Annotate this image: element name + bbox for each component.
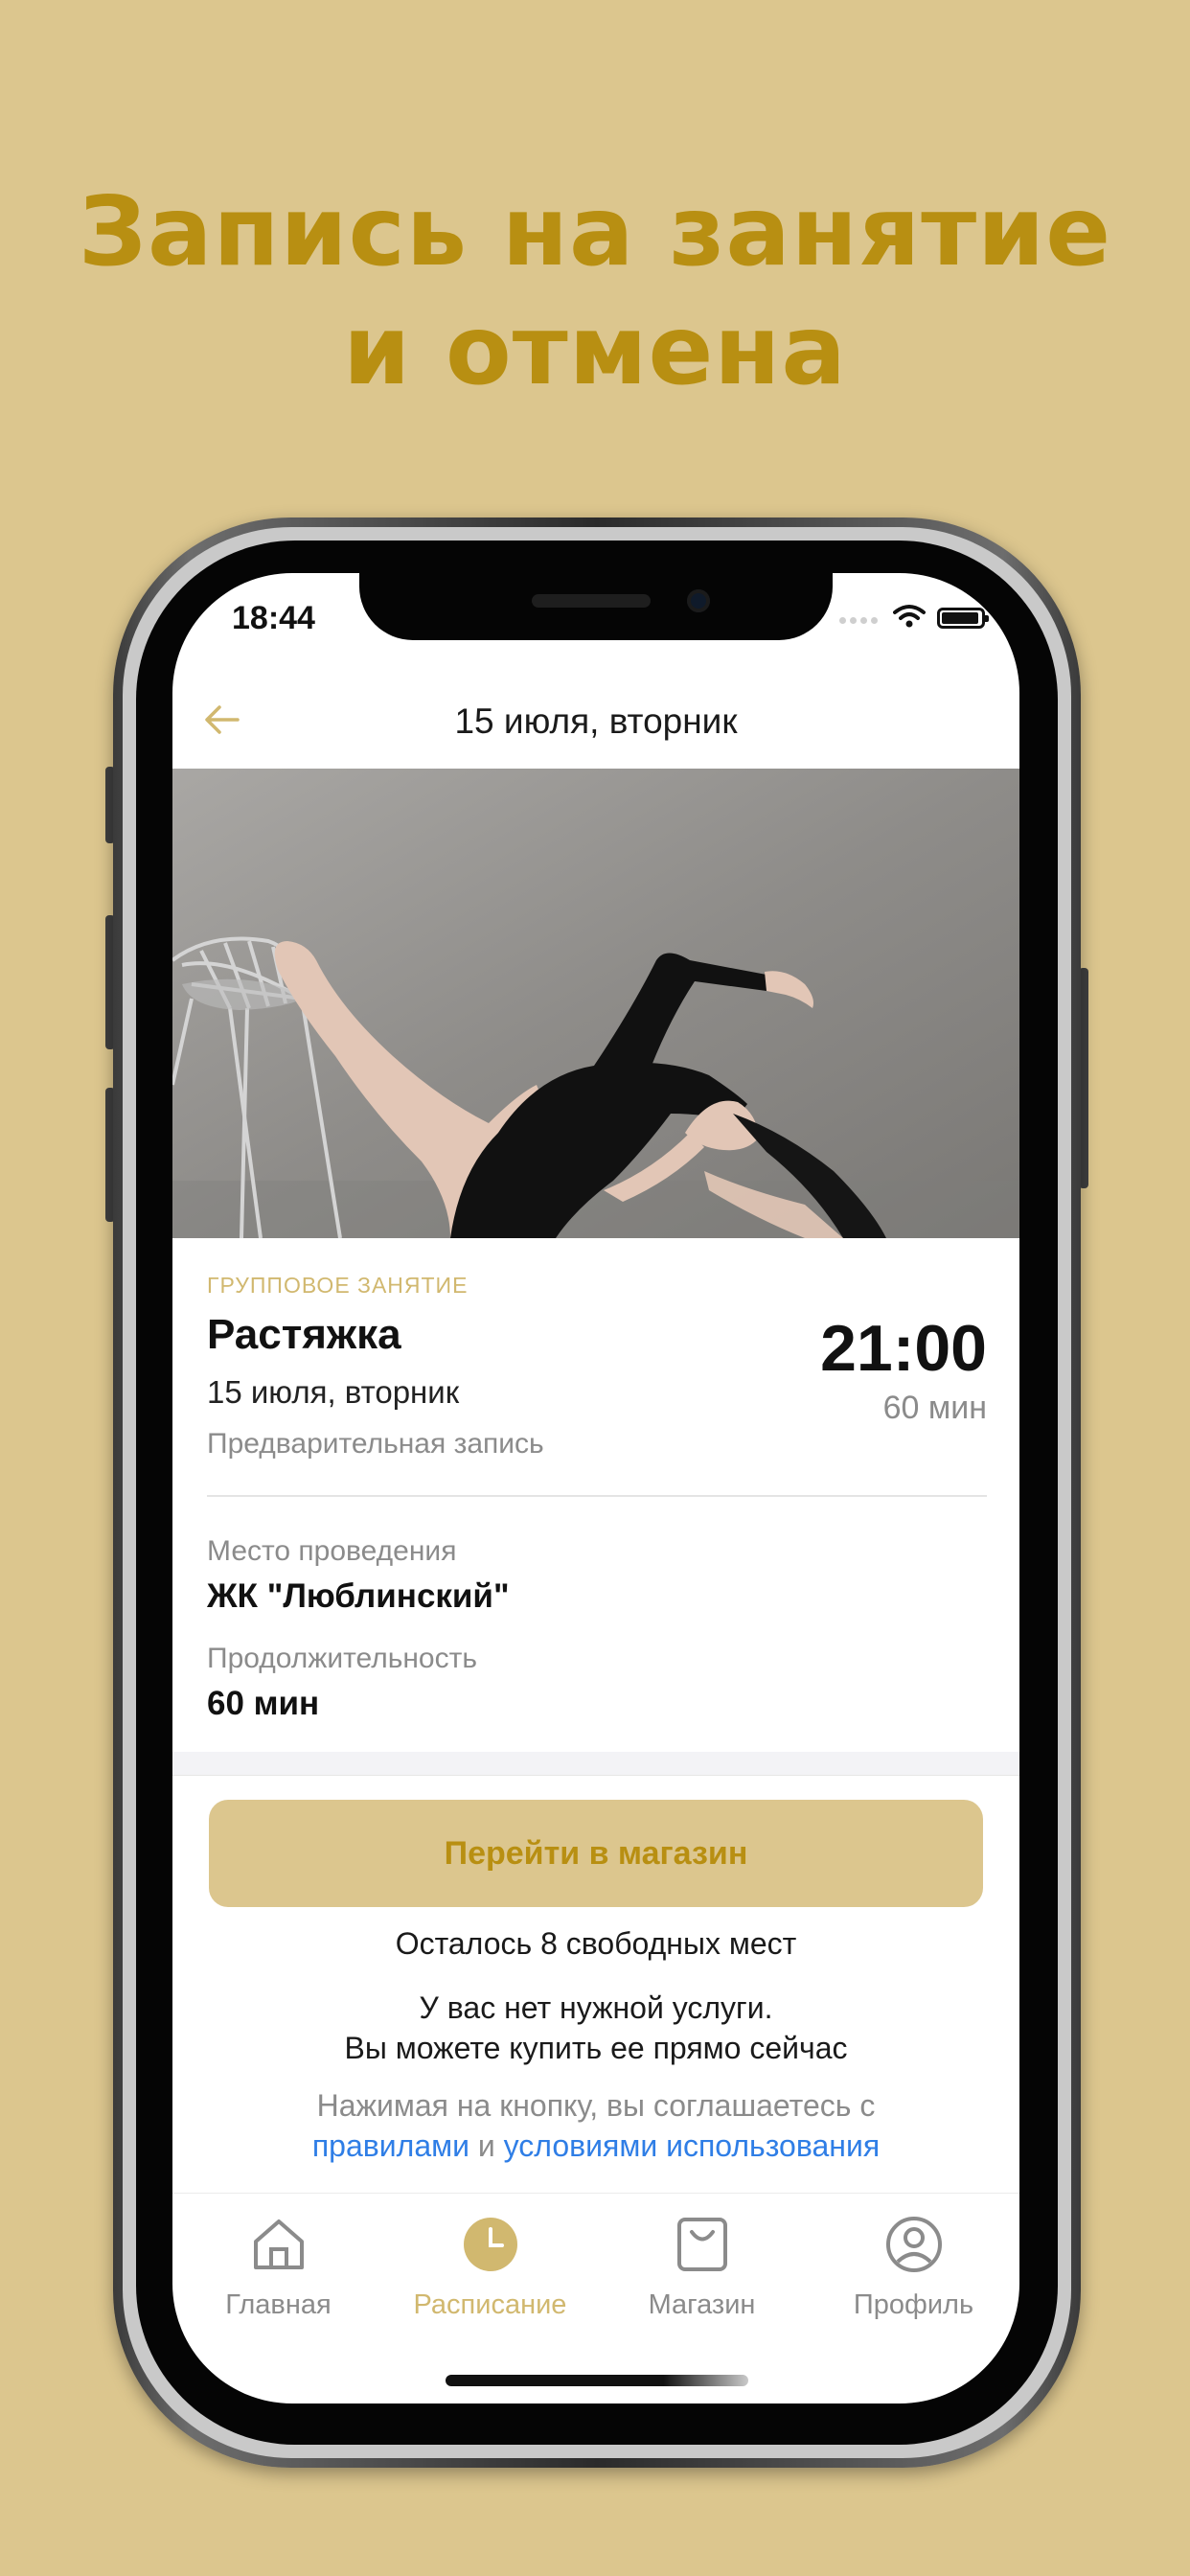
terms-of-use-link[interactable]: условиями использования xyxy=(504,2128,881,2163)
tab-home[interactable]: Главная xyxy=(172,2194,384,2337)
nav-title: 15 июля, вторник xyxy=(454,702,738,741)
class-name: Растяжка xyxy=(207,1311,401,1358)
class-info: ГРУППОВОЕ ЗАНЯТИЕ Растяжка 15 июля, втор… xyxy=(207,1273,987,1722)
signal-icon xyxy=(839,610,881,628)
tab-profile[interactable]: Профиль xyxy=(808,2194,1019,2337)
tab-schedule-label: Расписание xyxy=(413,2289,567,2320)
phone-screen: 18:44 15 июля, вторник ГРУППОВОЕ ЗАНЯТИЕ… xyxy=(172,573,1019,2404)
back-button[interactable] xyxy=(194,696,251,748)
terms-links-line: правилами и условиями использования xyxy=(172,2126,1019,2166)
class-photo xyxy=(172,769,1019,1238)
battery-icon xyxy=(937,608,989,629)
home-icon xyxy=(249,2215,309,2274)
terms-text: Нажимая на кнопку, вы соглашаетесь с пра… xyxy=(172,2085,1019,2166)
shopping-bag-icon xyxy=(673,2215,732,2274)
class-category: ГРУППОВОЕ ЗАНЯТИЕ xyxy=(207,1273,469,1298)
class-date: 15 июля, вторник xyxy=(207,1374,460,1410)
go-to-shop-button[interactable]: Перейти в магазин xyxy=(209,1800,983,1907)
class-duration: 60 мин xyxy=(882,1390,987,1426)
seats-left-text: Осталось 8 свободных мест xyxy=(395,1926,797,1961)
clock-icon xyxy=(461,2215,520,2274)
promo-headline-line2: и отмена xyxy=(343,294,847,406)
wifi-icon xyxy=(893,604,926,632)
status-time: 18:44 xyxy=(232,600,315,636)
tab-shop[interactable]: Магазин xyxy=(596,2194,808,2337)
duration-label: Продолжительность xyxy=(207,1643,477,1674)
tab-home-label: Главная xyxy=(225,2289,332,2320)
terms-and: и xyxy=(477,2128,495,2163)
promo-headline-line1: Запись на занятие xyxy=(78,175,1112,288)
terms-prefix: Нажимая на кнопку, вы соглашаетесь с xyxy=(316,2088,876,2123)
booking-type: Предварительная запись xyxy=(207,1428,544,1460)
tab-shop-label: Магазин xyxy=(648,2289,756,2320)
tab-bar: Главная Расписание Магазин Профиль xyxy=(172,2193,1019,2357)
duration-value: 60 мин xyxy=(207,1685,320,1722)
front-camera xyxy=(687,589,710,612)
location-value: ЖК "Люблинский" xyxy=(207,1577,510,1615)
promo-headline: Запись на занятие и отмена xyxy=(0,172,1190,410)
navigation-bar: 15 июля, вторник xyxy=(172,678,1019,765)
rules-link[interactable]: правилами xyxy=(312,2128,469,2163)
profile-icon xyxy=(884,2215,944,2274)
status-icons xyxy=(839,604,989,632)
tab-schedule[interactable]: Расписание xyxy=(384,2194,596,2337)
back-arrow-icon xyxy=(203,703,241,740)
no-service-notice: У вас нет нужной услуги. Вы можете купит… xyxy=(172,1988,1019,2068)
location-label: Место проведения xyxy=(207,1535,457,1567)
home-indicator[interactable] xyxy=(446,2375,748,2386)
class-start-time: 21:00 xyxy=(820,1312,987,1385)
notice-line1: У вас нет нужной услуги. xyxy=(419,1990,773,2025)
tab-profile-label: Профиль xyxy=(853,2289,974,2320)
section-separator xyxy=(172,1752,1019,1776)
notice-line2: Вы можете купить ее прямо сейчас xyxy=(344,2031,848,2065)
divider xyxy=(207,1495,987,1497)
earpiece-speaker xyxy=(532,594,651,608)
